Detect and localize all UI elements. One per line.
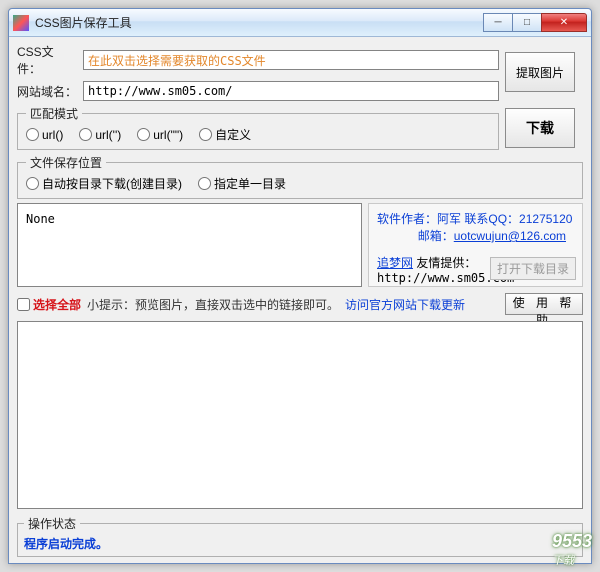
titlebar[interactable]: CSS图片保存工具 ─ □ ✕ — [9, 9, 591, 37]
open-download-dir-button[interactable]: 打开下载目录 — [490, 257, 576, 280]
close-button[interactable]: ✕ — [541, 13, 587, 32]
css-file-label: CSS文件： — [17, 43, 77, 77]
match-option-1[interactable]: url('') — [79, 128, 121, 142]
save-location-legend: 文件保存位置 — [26, 154, 106, 171]
author-label: 软件作者： — [377, 212, 437, 226]
update-link[interactable]: 访问官方网站下载更新 — [345, 296, 465, 313]
info-panel: 软件作者：阿军 联系QQ：21275120 邮箱：uotcwujun@126.c… — [368, 203, 583, 287]
site-suffix: 友情提供： — [416, 256, 476, 270]
preview-list[interactable] — [17, 321, 583, 509]
maximize-button[interactable]: □ — [512, 13, 542, 32]
match-option-3[interactable]: 自定义 — [199, 126, 251, 143]
match-mode-group: 匹配模式 url() url('') url("") 自定义 — [17, 105, 499, 150]
url-listbox[interactable]: None — [17, 203, 362, 287]
domain-input[interactable] — [83, 81, 499, 101]
qq-number: 21275120 — [519, 212, 572, 226]
select-all-checkbox[interactable]: 选择全部 — [17, 296, 81, 313]
tip-text: 小提示：预览图片，直接双击选中的链接即可。 — [87, 296, 339, 313]
content-area: CSS文件： 提取图片 网站域名： 匹配模式 url() url('') url… — [9, 37, 591, 563]
email-label: 邮箱： — [418, 229, 454, 243]
select-row: 选择全部 小提示：预览图片，直接双击选中的链接即可。 访问官方网站下载更新 使 … — [17, 291, 583, 317]
save-option-0[interactable]: 自动按目录下载(创建目录) — [26, 175, 182, 192]
match-option-2[interactable]: url("") — [137, 128, 183, 142]
window-controls: ─ □ ✕ — [484, 13, 587, 32]
minimize-button[interactable]: ─ — [483, 13, 513, 32]
domain-label: 网站域名： — [17, 83, 77, 100]
app-window: CSS图片保存工具 ─ □ ✕ CSS文件： 提取图片 网站域名： 匹配模式 — [8, 8, 592, 564]
contact-label: 联系QQ： — [464, 212, 519, 226]
save-location-group: 文件保存位置 自动按目录下载(创建目录) 指定单一目录 — [17, 154, 583, 199]
status-legend: 操作状态 — [24, 515, 80, 532]
site-name[interactable]: 追梦网 — [377, 256, 413, 270]
listbox-content: None — [26, 212, 55, 226]
match-mode-legend: 匹配模式 — [26, 105, 82, 122]
email-link[interactable]: uotcwujun@126.com — [454, 229, 566, 243]
save-option-1[interactable]: 指定单一目录 — [198, 175, 286, 192]
css-file-input[interactable] — [83, 50, 499, 70]
extract-button[interactable]: 提取图片 — [505, 52, 575, 92]
status-text: 程序启动完成。 — [18, 532, 582, 556]
window-title: CSS图片保存工具 — [35, 14, 484, 31]
app-icon — [13, 15, 29, 31]
status-group: 操作状态 程序启动完成。 — [17, 515, 583, 557]
help-button[interactable]: 使 用 帮 助 — [505, 293, 583, 315]
author-name: 阿军 — [437, 212, 461, 226]
match-option-0[interactable]: url() — [26, 128, 63, 142]
download-button[interactable]: 下载 — [505, 108, 575, 148]
